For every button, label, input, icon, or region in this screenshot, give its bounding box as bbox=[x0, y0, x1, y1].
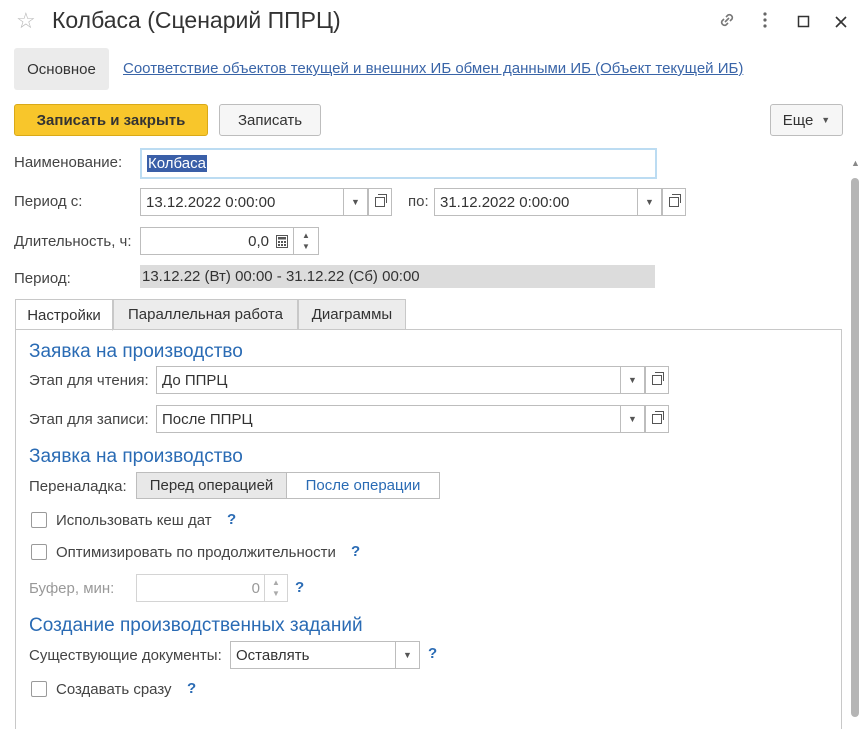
save-button[interactable]: Записать bbox=[219, 104, 321, 136]
create-now-label[interactable]: Создавать сразу bbox=[56, 681, 172, 698]
write-stage-select[interactable]: После ППРЦ ▼ bbox=[156, 405, 645, 433]
tab-diagrams[interactable]: Диаграммы bbox=[298, 299, 406, 330]
save-and-close-button[interactable]: Записать и закрыть bbox=[14, 104, 208, 136]
changeover-before-option[interactable]: Перед операцией bbox=[137, 473, 287, 498]
period-from-value: 13.12.2022 0:00:00 bbox=[146, 193, 276, 211]
tab-main[interactable]: Основное bbox=[14, 48, 109, 90]
buffer-stepper[interactable]: ▲ ▼ bbox=[264, 575, 287, 601]
favorite-star-icon[interactable]: ☆ bbox=[16, 8, 36, 34]
vertical-scrollbar-thumb[interactable] bbox=[851, 178, 859, 717]
more-menu-icon[interactable] bbox=[762, 11, 768, 34]
buffer-label: Буфер, мин: bbox=[29, 580, 115, 597]
existing-docs-select[interactable]: Оставлять ▼ bbox=[230, 641, 420, 669]
existing-docs-dropdown-icon[interactable]: ▼ bbox=[395, 641, 419, 669]
optimize-help-icon[interactable]: ? bbox=[351, 543, 360, 560]
read-stage-dropdown-icon[interactable]: ▼ bbox=[620, 366, 644, 394]
create-now-checkbox[interactable] bbox=[31, 681, 47, 697]
existing-docs-value: Оставлять bbox=[236, 646, 310, 664]
buffer-value: 0 bbox=[251, 579, 260, 597]
period-label: Период: bbox=[14, 270, 71, 287]
period-value: 13.12.22 (Вт) 00:00 - 31.12.22 (Сб) 00:0… bbox=[140, 265, 655, 288]
name-value: Колбаса bbox=[147, 155, 207, 172]
name-label: Наименование: bbox=[14, 154, 123, 171]
open-icon bbox=[652, 372, 664, 385]
section-title-production-request-2: Заявка на производство bbox=[29, 446, 243, 467]
period-from-label: Период с: bbox=[14, 193, 83, 210]
changeover-after-option[interactable]: После операции bbox=[287, 473, 439, 498]
period-to-dropdown-icon[interactable]: ▼ bbox=[637, 188, 661, 216]
use-cache-checkbox[interactable] bbox=[31, 512, 47, 528]
optimize-checkbox[interactable] bbox=[31, 544, 47, 560]
maximize-icon[interactable] bbox=[797, 13, 811, 34]
open-icon bbox=[669, 194, 681, 207]
write-stage-dropdown-icon[interactable]: ▼ bbox=[620, 405, 644, 433]
open-icon bbox=[652, 411, 664, 424]
chevron-down-icon: ▼ bbox=[821, 115, 831, 125]
close-icon[interactable] bbox=[834, 13, 848, 34]
duration-stepper[interactable]: ▲ ▼ bbox=[293, 228, 318, 254]
duration-label: Длительность, ч: bbox=[14, 233, 132, 250]
existing-docs-label: Существующие документы: bbox=[29, 647, 222, 664]
exchange-mapping-link[interactable]: Соответствие объектов текущей и внешних … bbox=[123, 60, 743, 77]
duration-input[interactable]: 0,0 ▲ ▼ bbox=[140, 227, 319, 255]
changeover-label: Переналадка: bbox=[29, 478, 127, 495]
open-icon bbox=[375, 194, 387, 207]
read-stage-open-button[interactable] bbox=[645, 366, 669, 394]
more-button[interactable]: Еще ▼ bbox=[770, 104, 843, 136]
period-to-input[interactable]: 31.12.2022 0:00:00 ▼ bbox=[434, 188, 662, 216]
link-icon[interactable] bbox=[717, 10, 737, 35]
section-title-production-request: Заявка на производство bbox=[29, 341, 243, 362]
tab-settings[interactable]: Настройки bbox=[15, 299, 113, 331]
read-stage-select[interactable]: До ППРЦ ▼ bbox=[156, 366, 645, 394]
buffer-input[interactable]: 0 ▲ ▼ bbox=[136, 574, 288, 602]
section-title-create-tasks: Создание производственных заданий bbox=[29, 615, 363, 636]
duration-value: 0,0 bbox=[248, 232, 269, 250]
period-to-open-button[interactable] bbox=[662, 188, 686, 216]
period-from-open-button[interactable] bbox=[368, 188, 392, 216]
buffer-help-icon[interactable]: ? bbox=[295, 579, 304, 596]
optimize-label[interactable]: Оптимизировать по продолжительности bbox=[56, 544, 336, 561]
write-stage-value: После ППРЦ bbox=[162, 410, 253, 428]
write-stage-label: Этап для записи: bbox=[29, 411, 149, 428]
period-to-label: по: bbox=[408, 193, 429, 210]
write-stage-open-button[interactable] bbox=[645, 405, 669, 433]
scroll-up-icon[interactable]: ▲ bbox=[851, 158, 860, 168]
tab-parallel-work[interactable]: Параллельная работа bbox=[113, 299, 298, 330]
period-from-dropdown-icon[interactable]: ▼ bbox=[343, 188, 367, 216]
read-stage-value: До ППРЦ bbox=[162, 371, 228, 389]
period-to-value: 31.12.2022 0:00:00 bbox=[440, 193, 570, 211]
use-cache-label[interactable]: Использовать кеш дат bbox=[56, 512, 212, 529]
changeover-switch: Перед операцией После операции bbox=[136, 472, 440, 499]
use-cache-help-icon[interactable]: ? bbox=[227, 511, 236, 528]
more-button-label: Еще bbox=[782, 111, 814, 129]
read-stage-label: Этап для чтения: bbox=[29, 372, 149, 389]
calculator-icon[interactable] bbox=[271, 234, 293, 248]
create-now-help-icon[interactable]: ? bbox=[187, 680, 196, 697]
page-title: Колбаса (Сценарий ППРЦ) bbox=[52, 7, 341, 33]
existing-docs-help-icon[interactable]: ? bbox=[428, 645, 437, 662]
name-input[interactable]: Колбаса bbox=[140, 148, 657, 179]
period-from-input[interactable]: 13.12.2022 0:00:00 ▼ bbox=[140, 188, 368, 216]
